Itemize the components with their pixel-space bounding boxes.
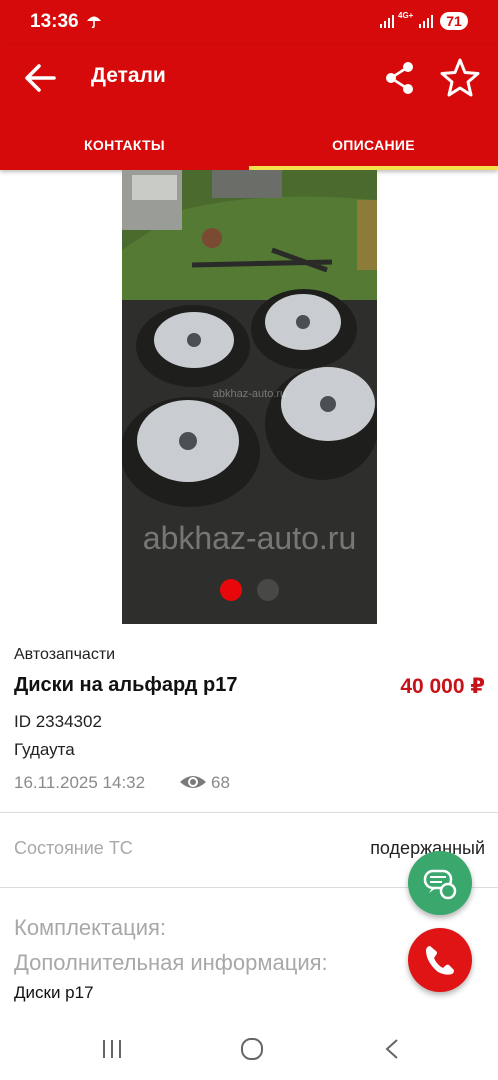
ad-date: 16.11.2025 14:32 — [14, 773, 146, 792]
status-bar: 13:36 4G+ 71 — [0, 0, 498, 44]
watermark-small: abkhaz-auto.ru — [212, 388, 287, 400]
equipment-label: Комплектация: — [14, 915, 167, 940]
share-icon[interactable] — [380, 58, 420, 98]
page-dot[interactable] — [257, 579, 279, 601]
phone-icon — [426, 946, 454, 975]
views-count: 68 — [211, 773, 230, 792]
tab-contacts[interactable]: КОНТАКТЫ — [0, 122, 249, 170]
extra-info-label: Дополнительная информация: — [14, 950, 328, 975]
network-type: 4G+ — [398, 11, 414, 20]
home-icon[interactable] — [240, 1038, 264, 1060]
system-nav-bar — [0, 1016, 498, 1080]
eye-icon — [180, 776, 206, 788]
ad-title: Диски на альфард р17 — [14, 674, 238, 696]
app-bar: Детали КОНТАКТЫ ОПИСАНИЕ — [0, 44, 498, 170]
star-icon[interactable] — [438, 56, 482, 100]
ad-price: 40 000 ₽ — [400, 675, 485, 698]
condition-label: Состояние ТС — [14, 838, 133, 858]
watermark: abkhaz-auto.ru — [142, 520, 357, 556]
chat-icon — [423, 869, 457, 900]
ad-city: Гудаута — [14, 740, 75, 759]
back-nav-icon[interactable] — [383, 1038, 401, 1060]
divider — [0, 812, 498, 813]
ad-id: ID 2334302 — [14, 712, 102, 731]
battery-icon: 71 — [440, 12, 468, 30]
umbrella-icon — [87, 16, 101, 29]
signal-icon-2 — [419, 15, 433, 28]
photo-gallery[interactable]: abkhaz-auto.ru abkhaz-auto.ru — [122, 170, 377, 624]
signal-icon — [380, 15, 394, 28]
ad-category: Автозапчасти — [14, 646, 116, 663]
call-button[interactable] — [408, 928, 472, 992]
tab-description[interactable]: ОПИСАНИЕ — [249, 122, 498, 170]
page-title: Детали — [91, 64, 166, 87]
description-text: Диски р17 — [14, 983, 94, 1002]
status-time: 13:36 — [30, 11, 79, 32]
recent-apps-icon[interactable] — [101, 1038, 123, 1060]
chat-button[interactable] — [408, 851, 472, 915]
page-dot-active[interactable] — [220, 579, 242, 601]
back-arrow-icon[interactable] — [20, 58, 60, 98]
